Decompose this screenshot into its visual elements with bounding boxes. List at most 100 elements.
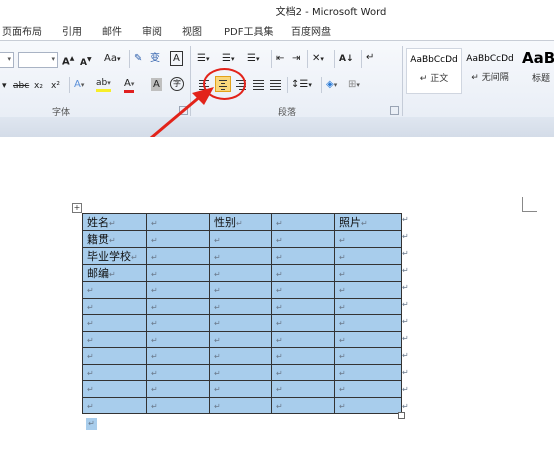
table-cell[interactable]: ↵ (334, 264, 402, 282)
increase-indent-button[interactable]: ⇥ (292, 52, 300, 66)
text-effects-button[interactable]: A▾ (74, 78, 84, 92)
table-cell[interactable]: ↵ (209, 247, 272, 265)
tab-mailings[interactable]: 邮件 (102, 23, 122, 38)
table-cell[interactable]: ↵ (271, 314, 335, 332)
table-cell[interactable]: ↵ (271, 281, 335, 299)
table-cell[interactable]: ↵ (146, 247, 210, 265)
tab-page-layout[interactable]: 页面布局 (2, 23, 42, 38)
table-cell[interactable]: ↵ (271, 230, 335, 248)
table-cell[interactable]: ↵ (146, 213, 210, 231)
table-cell[interactable]: ↵ (209, 314, 272, 332)
table-cell[interactable]: ↵ (146, 314, 210, 332)
bullets-button[interactable]: ☰▾ (197, 52, 209, 66)
table-cell[interactable]: ↵ (334, 330, 402, 348)
table-cell[interactable]: ↵ (82, 396, 147, 414)
table-cell[interactable]: ↵ (82, 330, 147, 348)
table-cell[interactable]: 姓名↵ (82, 213, 147, 231)
line-spacing-button[interactable]: ↕☰▾ (291, 78, 312, 92)
table-cell[interactable]: ↵ (146, 297, 210, 315)
document-table[interactable]: 姓名↵ ↵ 性别↵ ↵ 照片↵ 籍贯↵ ↵ ↵ ↵ ↵ 毕业学校↵ ↵ ↵ ↵ ↵ 邮编↵ ↵ ↵ ↵ ↵ ↵ ↵ ↵ ↵ ↵ ↵… (82, 213, 402, 414)
table-cell[interactable]: ↵ (146, 347, 210, 365)
table-cell[interactable]: ↵ (209, 297, 272, 315)
decrease-indent-button[interactable]: ⇤ (276, 52, 284, 66)
character-border-button[interactable]: A (170, 51, 183, 66)
tab-references[interactable]: 引用 (62, 23, 82, 38)
table-cell[interactable]: ↵ (146, 281, 210, 299)
tab-baidu-netdisk[interactable]: 百度网盘 (291, 23, 331, 38)
table-cell[interactable]: ↵ (334, 396, 402, 414)
highlight-button[interactable]: ab▾ (96, 78, 111, 92)
show-marks-button[interactable]: ↵ (366, 51, 374, 65)
paragraph-dialog-launcher-icon[interactable] (390, 106, 399, 115)
table-cell[interactable]: ↵ (271, 297, 335, 315)
table-cell[interactable]: ↵ (334, 347, 402, 365)
table-cell[interactable]: ↵ (334, 281, 402, 299)
table-cell[interactable]: ↵ (82, 347, 147, 365)
table-cell[interactable]: ↵ (146, 396, 210, 414)
table-cell[interactable]: ↵ (209, 363, 272, 381)
table-cell[interactable]: ↵ (146, 330, 210, 348)
multilevel-list-button[interactable]: ☰▾ (247, 52, 259, 66)
style-heading[interactable]: AaB 标题 (522, 48, 554, 92)
table-cell[interactable]: ↵ (271, 247, 335, 265)
table-cell[interactable]: ↵ (209, 396, 272, 414)
table-cell[interactable]: 籍贯↵ (82, 230, 147, 248)
table-cell[interactable]: ↵ (209, 230, 272, 248)
sort-button[interactable]: A↓ (339, 52, 354, 66)
table-cell[interactable]: ↵ (271, 213, 335, 231)
table-cell[interactable]: ↵ (334, 363, 402, 381)
table-cell[interactable]: ↵ (209, 347, 272, 365)
table-cell[interactable]: ↵ (334, 247, 402, 265)
superscript-button[interactable]: x² (51, 79, 60, 93)
table-cell[interactable]: ↵ (334, 314, 402, 332)
table-cell[interactable]: ↵ (334, 297, 402, 315)
shrink-font-button[interactable]: A▼ (80, 53, 92, 70)
tab-view[interactable]: 视图 (182, 23, 202, 38)
clear-formatting-icon[interactable]: ✎ (134, 52, 142, 66)
distributed-button[interactable] (268, 77, 283, 92)
table-cell[interactable]: ↵ (82, 363, 147, 381)
style-normal[interactable]: AaBbCcDd ↵ 正文 (406, 48, 462, 94)
table-cell[interactable]: ↵ (271, 363, 335, 381)
style-no-spacing[interactable]: AaBbCcDd ↵ 无间隔 (462, 48, 518, 92)
table-cell[interactable]: ↵ (334, 230, 402, 248)
table-cell[interactable]: ↵ (271, 380, 335, 398)
table-cell[interactable]: 性别↵ (209, 213, 272, 231)
table-cell[interactable]: ↵ (82, 314, 147, 332)
table-cell[interactable]: ↵ (146, 363, 210, 381)
chinese-layout-button[interactable]: ✕▾ (312, 52, 324, 66)
table-move-handle-icon[interactable]: + (72, 203, 82, 213)
table-cell[interactable]: ↵ (209, 380, 272, 398)
table-cell[interactable]: 照片↵ (334, 213, 402, 231)
borders-button[interactable]: ⊞▾ (348, 78, 360, 92)
table-cell[interactable]: ↵ (271, 330, 335, 348)
table-cell[interactable]: ↵ (209, 264, 272, 282)
table-cell[interactable]: ↵ (146, 264, 210, 282)
table-cell[interactable]: ↵ (334, 380, 402, 398)
table-cell[interactable]: ↵ (146, 380, 210, 398)
subscript-button[interactable]: x₂ (34, 79, 43, 93)
table-cell[interactable]: 毕业学校↵ (82, 247, 147, 265)
table-cell[interactable]: 邮编↵ (82, 264, 147, 282)
tab-review[interactable]: 审阅 (142, 23, 162, 38)
strikethrough-button[interactable]: abc (13, 79, 29, 93)
font-name-combo[interactable]: ▾ (0, 52, 14, 68)
change-case-button[interactable]: Aa▾ (104, 52, 120, 66)
numbering-button[interactable]: ☰▾ (222, 52, 234, 66)
font-size-combo[interactable]: ▾ (18, 52, 58, 68)
table-cell[interactable]: ↵ (209, 330, 272, 348)
table-cell[interactable]: ↵ (271, 396, 335, 414)
table-cell[interactable]: ↵ (82, 281, 147, 299)
tab-pdf-tools[interactable]: PDF工具集 (224, 23, 273, 38)
table-cell[interactable]: ↵ (82, 297, 147, 315)
table-cell[interactable]: ↵ (146, 230, 210, 248)
table-cell[interactable]: ↵ (209, 281, 272, 299)
phonetic-guide-button[interactable]: 变 (150, 52, 160, 66)
justify-button[interactable] (251, 77, 266, 92)
table-cell[interactable]: ↵ (271, 264, 335, 282)
table-cell[interactable]: ↵ (271, 347, 335, 365)
table-resize-handle-icon[interactable] (398, 412, 405, 419)
shading-button[interactable]: ◈▾ (326, 78, 337, 92)
table-cell[interactable]: ↵ (82, 380, 147, 398)
chevron-down-icon[interactable]: ▾ (2, 79, 7, 93)
